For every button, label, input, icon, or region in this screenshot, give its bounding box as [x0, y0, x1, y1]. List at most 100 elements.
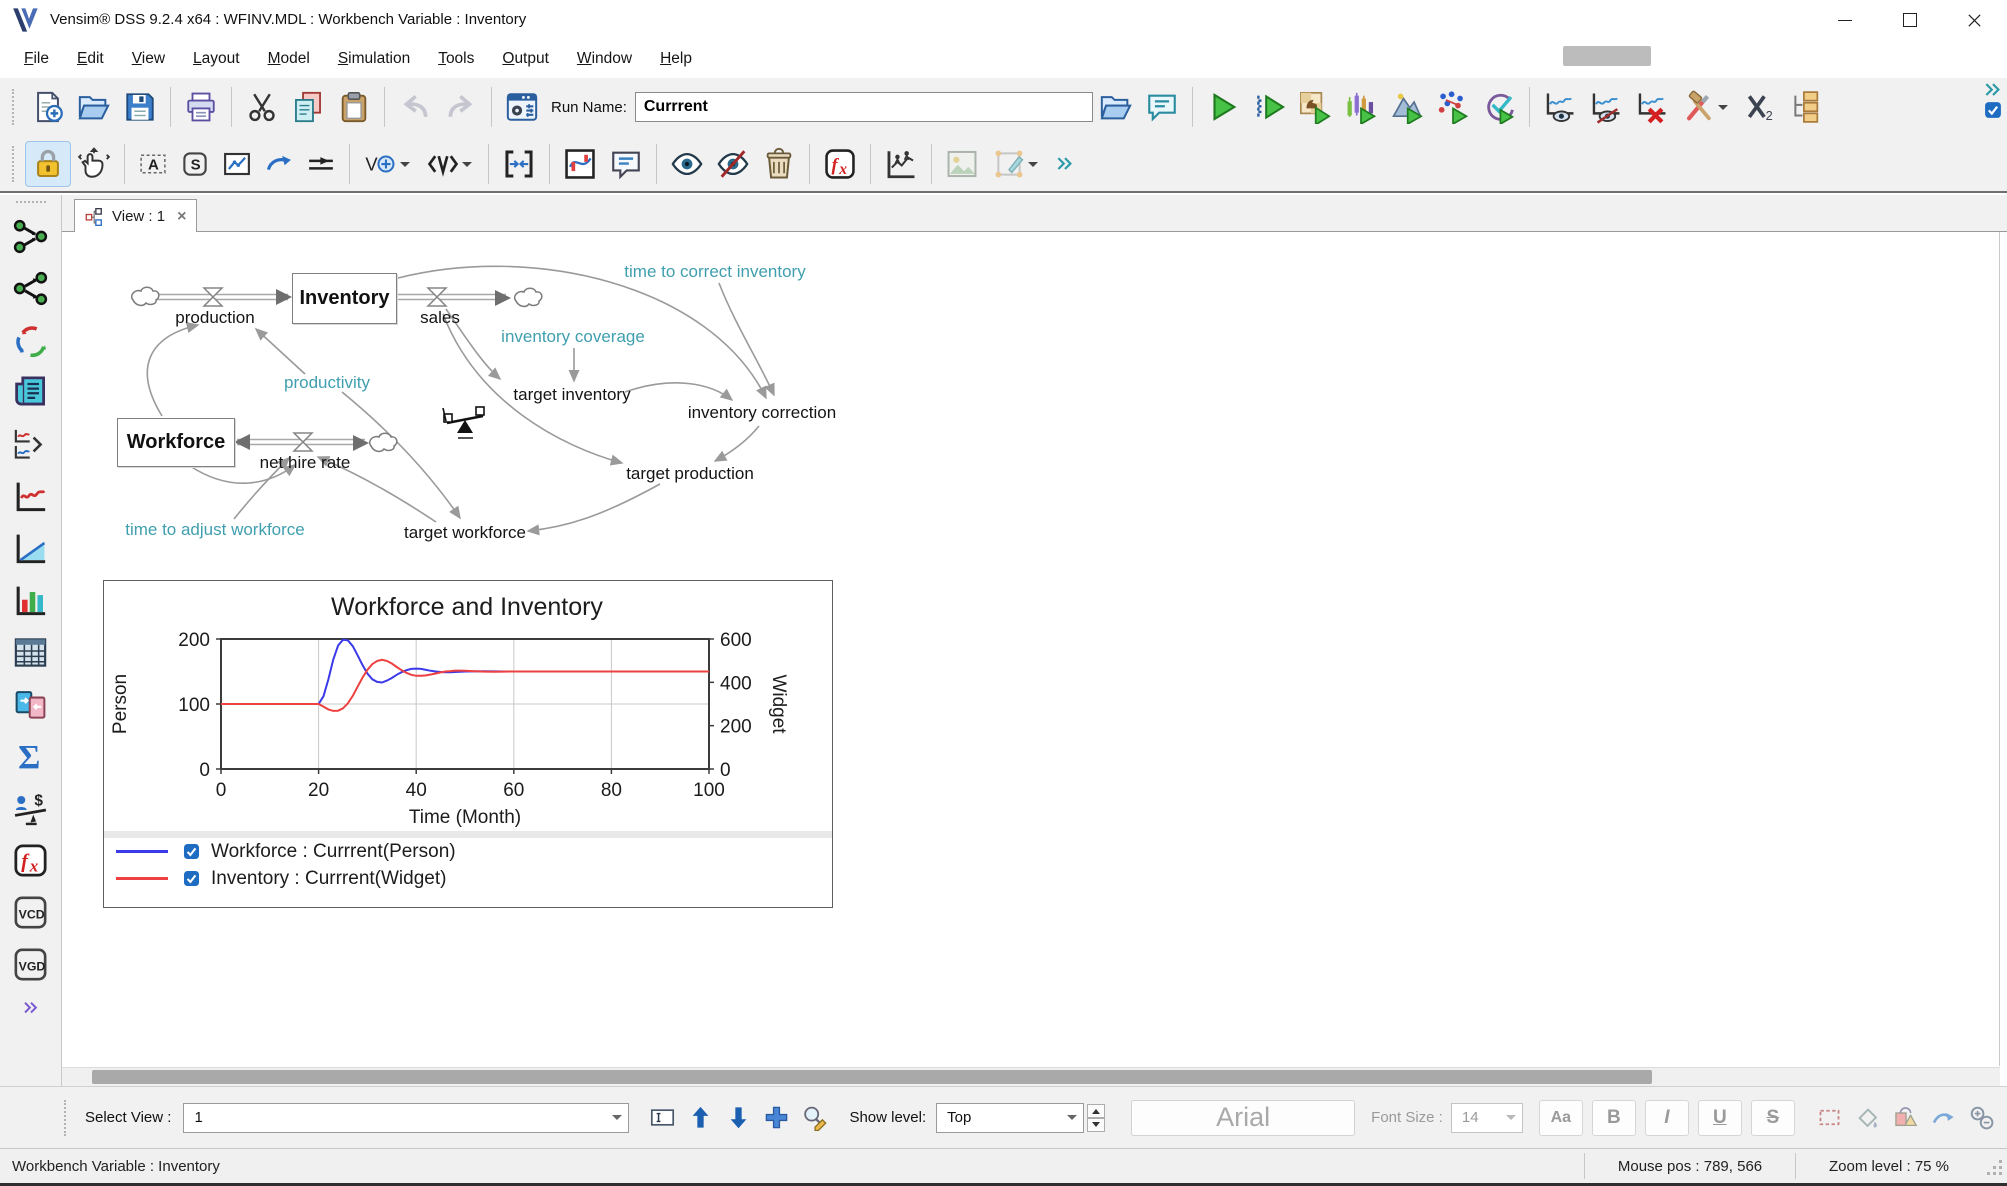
vgd-button[interactable]: VGD: [2, 938, 60, 990]
angle-variable-button[interactable]: [419, 141, 481, 187]
move-view-up-button[interactable]: [681, 1099, 719, 1137]
workforce-inventory-chart[interactable]: Workforce and Inventory 0 20 40 60 80 100 Time …: [103, 580, 833, 908]
menu-layout[interactable]: Layout: [179, 50, 254, 68]
label-sales[interactable]: sales: [420, 308, 460, 328]
document-button[interactable]: [2, 366, 60, 418]
menu-window[interactable]: Window: [563, 50, 646, 68]
toolbar-check-icon[interactable]: [1981, 100, 2005, 120]
menu-tools[interactable]: Tools: [424, 50, 488, 68]
x2-button[interactable]: 2: [1737, 84, 1783, 130]
causes-strip-button[interactable]: [2, 418, 60, 470]
sidebar-equation-button[interactable]: fx: [2, 834, 60, 886]
bar-graph-button[interactable]: [2, 574, 60, 626]
menu-help[interactable]: Help: [646, 50, 706, 68]
zoom-buttons[interactable]: [1963, 1099, 2001, 1137]
label-target-production[interactable]: target production: [626, 464, 754, 484]
link-target-inventory-correction[interactable]: [624, 382, 734, 401]
valve-net-hire-rate[interactable]: [292, 432, 314, 452]
label-time-to-adjust-workforce[interactable]: time to adjust workforce: [125, 520, 305, 540]
maximize-button[interactable]: [1877, 0, 1942, 40]
link-target-production-target-workforce[interactable]: [526, 483, 661, 536]
merge-variable-button[interactable]: V: [357, 141, 419, 187]
edit-view-button[interactable]: [795, 1099, 833, 1137]
scrollbar-thumb[interactable]: [92, 1070, 1652, 1084]
run-game-button[interactable]: [1292, 84, 1338, 130]
statistics-button[interactable]: Σ: [2, 730, 60, 782]
lock-tool-button[interactable]: [25, 140, 71, 187]
uses-tree-button[interactable]: [2, 262, 60, 314]
equation-editor-button[interactable]: fx: [817, 141, 863, 187]
sidebar-overflow-button[interactable]: [2, 990, 60, 1026]
comment-button[interactable]: [603, 141, 649, 187]
valve-production[interactable]: [202, 287, 224, 307]
link-workforce-production[interactable]: [146, 322, 200, 417]
delete-graphs-button[interactable]: [1629, 84, 1675, 130]
simulate-button[interactable]: [1200, 84, 1246, 130]
behavior-graph-button[interactable]: [878, 141, 924, 187]
legend-checkbox[interactable]: [182, 869, 201, 888]
optimize-button[interactable]: [1384, 84, 1430, 130]
simulation-setup-button[interactable]: [499, 84, 545, 130]
label-target-workforce[interactable]: target workforce: [404, 523, 526, 543]
label-productivity[interactable]: productivity: [284, 373, 370, 393]
copy-button[interactable]: [285, 84, 331, 130]
link-time-to-correct-inventory-correction[interactable]: [718, 282, 775, 397]
show-level-combo[interactable]: Top: [936, 1102, 1085, 1133]
move-tool-button[interactable]: [71, 141, 117, 187]
cut-button[interactable]: [239, 84, 285, 130]
payoff-button[interactable]: [1430, 84, 1476, 130]
flow-pipe-production[interactable]: [157, 293, 288, 301]
spin-up-button[interactable]: [1087, 1103, 1106, 1118]
flow-pipe-sales[interactable]: [395, 293, 506, 301]
causes-tree-button[interactable]: [2, 210, 60, 262]
close-button[interactable]: [1942, 0, 2007, 40]
add-view-button[interactable]: [757, 1099, 795, 1137]
simulate-setup-button[interactable]: [1246, 84, 1292, 130]
rename-view-button[interactable]: [643, 1099, 681, 1137]
run-notes-button[interactable]: [1139, 84, 1185, 130]
link-productivity-production[interactable]: [254, 327, 306, 375]
sensitivity-button[interactable]: [1338, 84, 1384, 130]
resize-grip[interactable]: [1982, 1155, 2004, 1177]
arrow-tool-button[interactable]: [258, 143, 300, 185]
run-name-input[interactable]: [634, 92, 1093, 122]
unhide-button[interactable]: [664, 141, 710, 187]
toolbar-overflow-icon[interactable]: [1053, 154, 1077, 174]
tab-view-1[interactable]: View : 1 ×: [74, 199, 198, 233]
cumulative-graph-button[interactable]: [2, 522, 60, 574]
bond-balance-button[interactable]: $: [2, 782, 60, 834]
label-time-to-correct-inventory[interactable]: time to correct inventory: [624, 262, 805, 282]
menu-output[interactable]: Output: [488, 50, 563, 68]
stock-workforce[interactable]: Workforce: [117, 418, 235, 467]
new-model-button[interactable]: [25, 84, 71, 130]
label-inventory-correction[interactable]: inventory correction: [688, 403, 836, 423]
show-graphs-button[interactable]: [1537, 84, 1583, 130]
reality-check-button[interactable]: [1476, 84, 1522, 130]
rate-tool-button[interactable]: [300, 143, 342, 185]
io-object-button[interactable]: [557, 141, 603, 187]
open-model-button[interactable]: [71, 84, 117, 130]
loops-button[interactable]: [2, 314, 60, 366]
table-button[interactable]: [2, 626, 60, 678]
paste-button[interactable]: [331, 84, 377, 130]
link-correction-target-production[interactable]: [713, 425, 760, 462]
vcd-button[interactable]: VCD: [2, 886, 60, 938]
shadow-merge-button[interactable]: [496, 141, 542, 187]
delete-button[interactable]: [756, 141, 802, 187]
label-inventory-coverage[interactable]: inventory coverage: [501, 327, 645, 347]
select-view-combo[interactable]: 1: [183, 1102, 630, 1133]
menu-view[interactable]: View: [118, 50, 179, 68]
load-run-button[interactable]: [1093, 84, 1139, 130]
print-button[interactable]: [178, 84, 224, 130]
stock-inventory[interactable]: Inventory: [292, 273, 397, 324]
label-target-inventory[interactable]: target inventory: [513, 385, 630, 405]
shadow-variable-button[interactable]: S: [174, 143, 216, 185]
label-net-hire-rate[interactable]: net hire rate: [260, 453, 351, 473]
spin-down-button[interactable]: [1087, 1117, 1106, 1132]
graph-button[interactable]: [2, 470, 60, 522]
save-button[interactable]: [117, 84, 163, 130]
menu-edit[interactable]: Edit: [63, 50, 118, 68]
sketch-canvas[interactable]: Inventory Workforce production sales net…: [62, 232, 2000, 1066]
menu-file[interactable]: File: [10, 50, 63, 68]
runs-compare-button[interactable]: [2, 678, 60, 730]
